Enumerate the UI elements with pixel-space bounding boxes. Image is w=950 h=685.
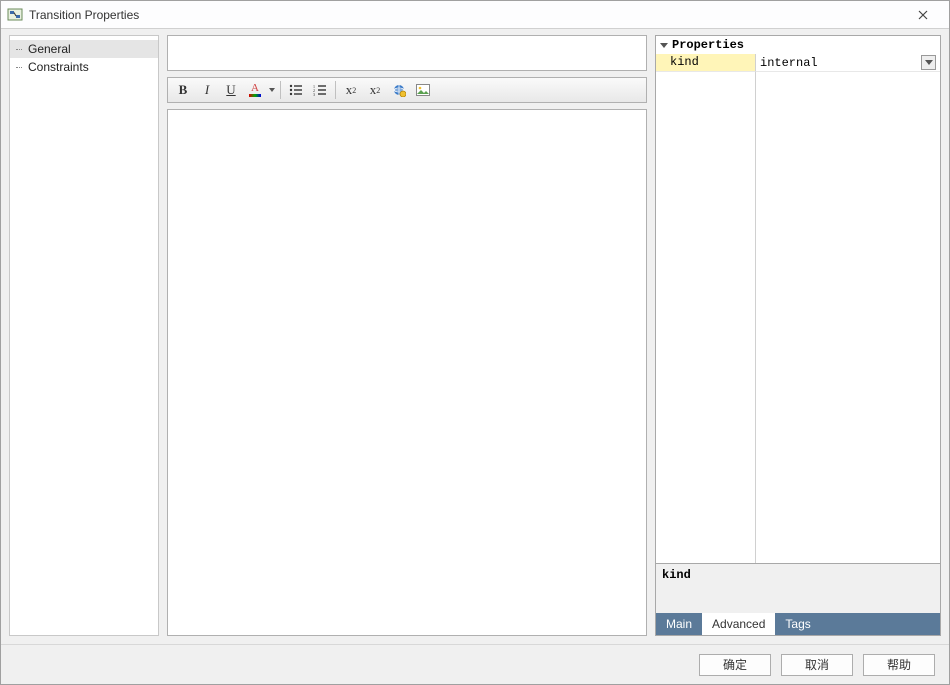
- nav-item-general[interactable]: General: [10, 40, 158, 58]
- bold-button[interactable]: B: [172, 80, 194, 100]
- toolbar-separator: [335, 81, 336, 99]
- properties-grid-body: [656, 72, 940, 563]
- property-value: internal: [760, 56, 818, 70]
- dialog-button-bar: 确定 取消 帮助: [1, 644, 949, 684]
- insert-image-button[interactable]: [412, 80, 434, 100]
- property-description: kind: [656, 563, 940, 613]
- nav-item-label: Constraints: [28, 60, 89, 74]
- sup-exp: 2: [352, 86, 356, 95]
- dialog-window: Transition Properties General Constraint…: [0, 0, 950, 685]
- properties-header: Properties: [656, 36, 940, 54]
- toolbar-separator: [280, 81, 281, 99]
- nav-item-constraints[interactable]: Constraints: [10, 58, 158, 76]
- property-value-cell[interactable]: internal: [756, 54, 940, 72]
- properties-title: Properties: [672, 38, 744, 52]
- titlebar-left: Transition Properties: [7, 7, 139, 23]
- font-color-button[interactable]: A: [244, 80, 266, 100]
- bullet-list-button[interactable]: [285, 80, 307, 100]
- sub-exp: 2: [376, 86, 380, 95]
- svg-text:3: 3: [313, 92, 315, 96]
- font-color-dropdown[interactable]: [268, 88, 276, 92]
- ok-button[interactable]: 确定: [699, 654, 771, 676]
- properties-panel: Properties kind internal: [655, 35, 941, 636]
- center-pane: B I U A: [167, 35, 647, 636]
- cancel-button[interactable]: 取消: [781, 654, 853, 676]
- name-input[interactable]: [167, 35, 647, 71]
- nav-item-label: General: [28, 42, 71, 56]
- description-editor[interactable]: [167, 109, 647, 636]
- font-color-swatch-icon: [249, 94, 261, 97]
- numbered-list-button[interactable]: 1 2 3: [309, 80, 331, 100]
- properties-key-column: [656, 72, 756, 563]
- tab-main[interactable]: Main: [656, 613, 702, 635]
- main-area: General Constraints B I U A: [1, 29, 949, 644]
- editor-toolbar: B I U A: [167, 77, 647, 103]
- properties-value-column: [756, 72, 940, 563]
- subscript-button[interactable]: x2: [364, 80, 386, 100]
- properties-tabs: Main Advanced Tags: [656, 613, 940, 635]
- app-icon: [7, 7, 23, 23]
- collapse-icon[interactable]: [660, 43, 668, 48]
- window-title: Transition Properties: [29, 8, 139, 22]
- help-button[interactable]: 帮助: [863, 654, 935, 676]
- font-color-label: A: [251, 83, 259, 94]
- tab-tags[interactable]: Tags: [775, 613, 820, 635]
- titlebar: Transition Properties: [1, 1, 949, 29]
- tab-advanced[interactable]: Advanced: [702, 613, 775, 635]
- italic-button[interactable]: I: [196, 80, 218, 100]
- property-row[interactable]: kind internal: [656, 54, 940, 72]
- right-pane: Properties kind internal: [655, 35, 941, 636]
- superscript-button[interactable]: x2: [340, 80, 362, 100]
- underline-button[interactable]: U: [220, 80, 242, 100]
- hyperlink-button[interactable]: [388, 80, 410, 100]
- content-area: General Constraints B I U A: [1, 29, 949, 684]
- property-key: kind: [656, 54, 756, 72]
- property-dropdown-button[interactable]: [921, 55, 936, 70]
- nav-tree: General Constraints: [9, 35, 159, 636]
- close-button[interactable]: [903, 4, 943, 26]
